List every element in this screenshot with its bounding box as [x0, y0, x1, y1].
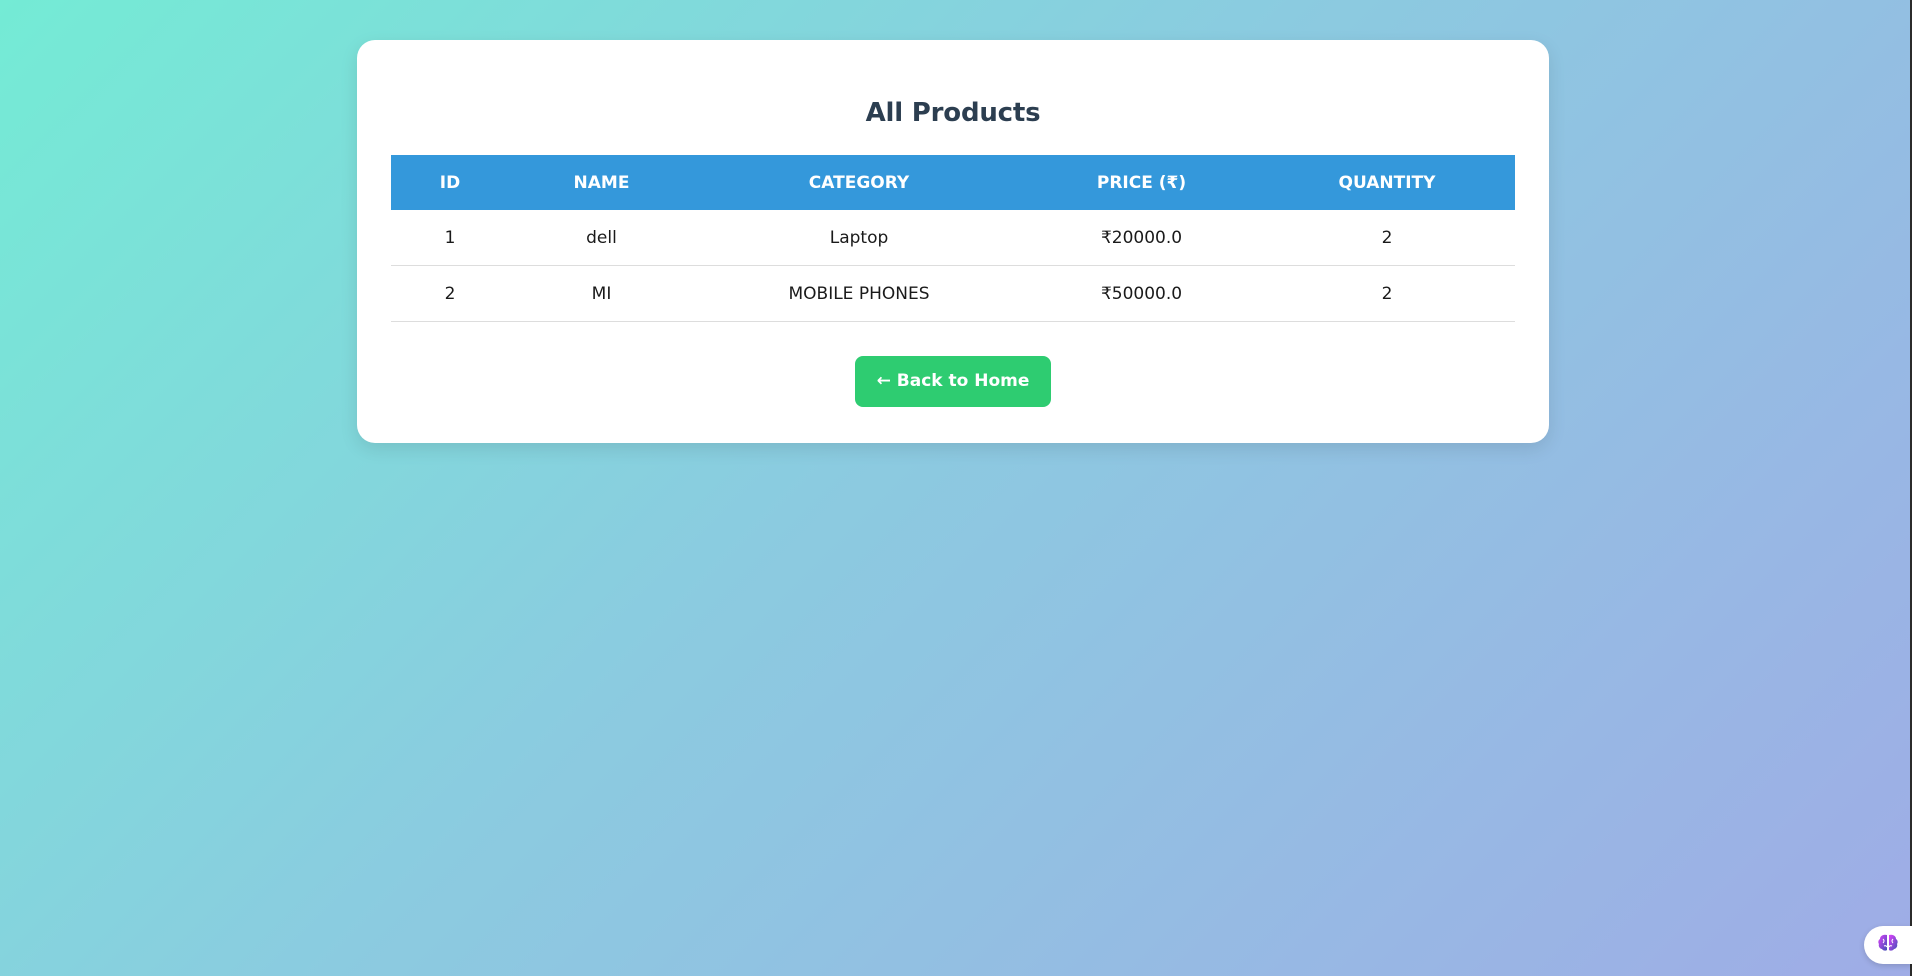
cell-quantity: 2 — [1259, 265, 1515, 322]
cell-id: 1 — [391, 210, 509, 266]
cell-price: ₹20000.0 — [1024, 210, 1259, 266]
assistant-widget-button[interactable] — [1864, 926, 1912, 964]
products-table: ID NAME CATEGORY PRICE (₹) QUANTITY 1 de… — [391, 155, 1515, 322]
column-header-price: PRICE (₹) — [1024, 155, 1259, 210]
column-header-name: NAME — [509, 155, 694, 210]
page-title: All Products — [865, 98, 1041, 128]
cell-id: 2 — [391, 265, 509, 322]
brain-icon — [1877, 933, 1899, 957]
cell-category: Laptop — [694, 210, 1024, 266]
products-card: All Products ID NAME CATEGORY PRICE (₹) … — [357, 40, 1549, 443]
table-row: 2 MI MOBILE PHONES ₹50000.0 2 — [391, 265, 1515, 322]
cell-category: MOBILE PHONES — [694, 265, 1024, 322]
cell-name: dell — [509, 210, 694, 266]
column-header-quantity: QUANTITY — [1259, 155, 1515, 210]
cell-name: MI — [509, 265, 694, 322]
table-row: 1 dell Laptop ₹20000.0 2 — [391, 210, 1515, 266]
column-header-category: CATEGORY — [694, 155, 1024, 210]
cell-price: ₹50000.0 — [1024, 265, 1259, 322]
actions-bar: ← Back to Home — [391, 356, 1515, 407]
column-header-id: ID — [391, 155, 509, 210]
back-to-home-button[interactable]: ← Back to Home — [855, 356, 1051, 407]
cell-quantity: 2 — [1259, 210, 1515, 266]
table-header-row: ID NAME CATEGORY PRICE (₹) QUANTITY — [391, 155, 1515, 210]
